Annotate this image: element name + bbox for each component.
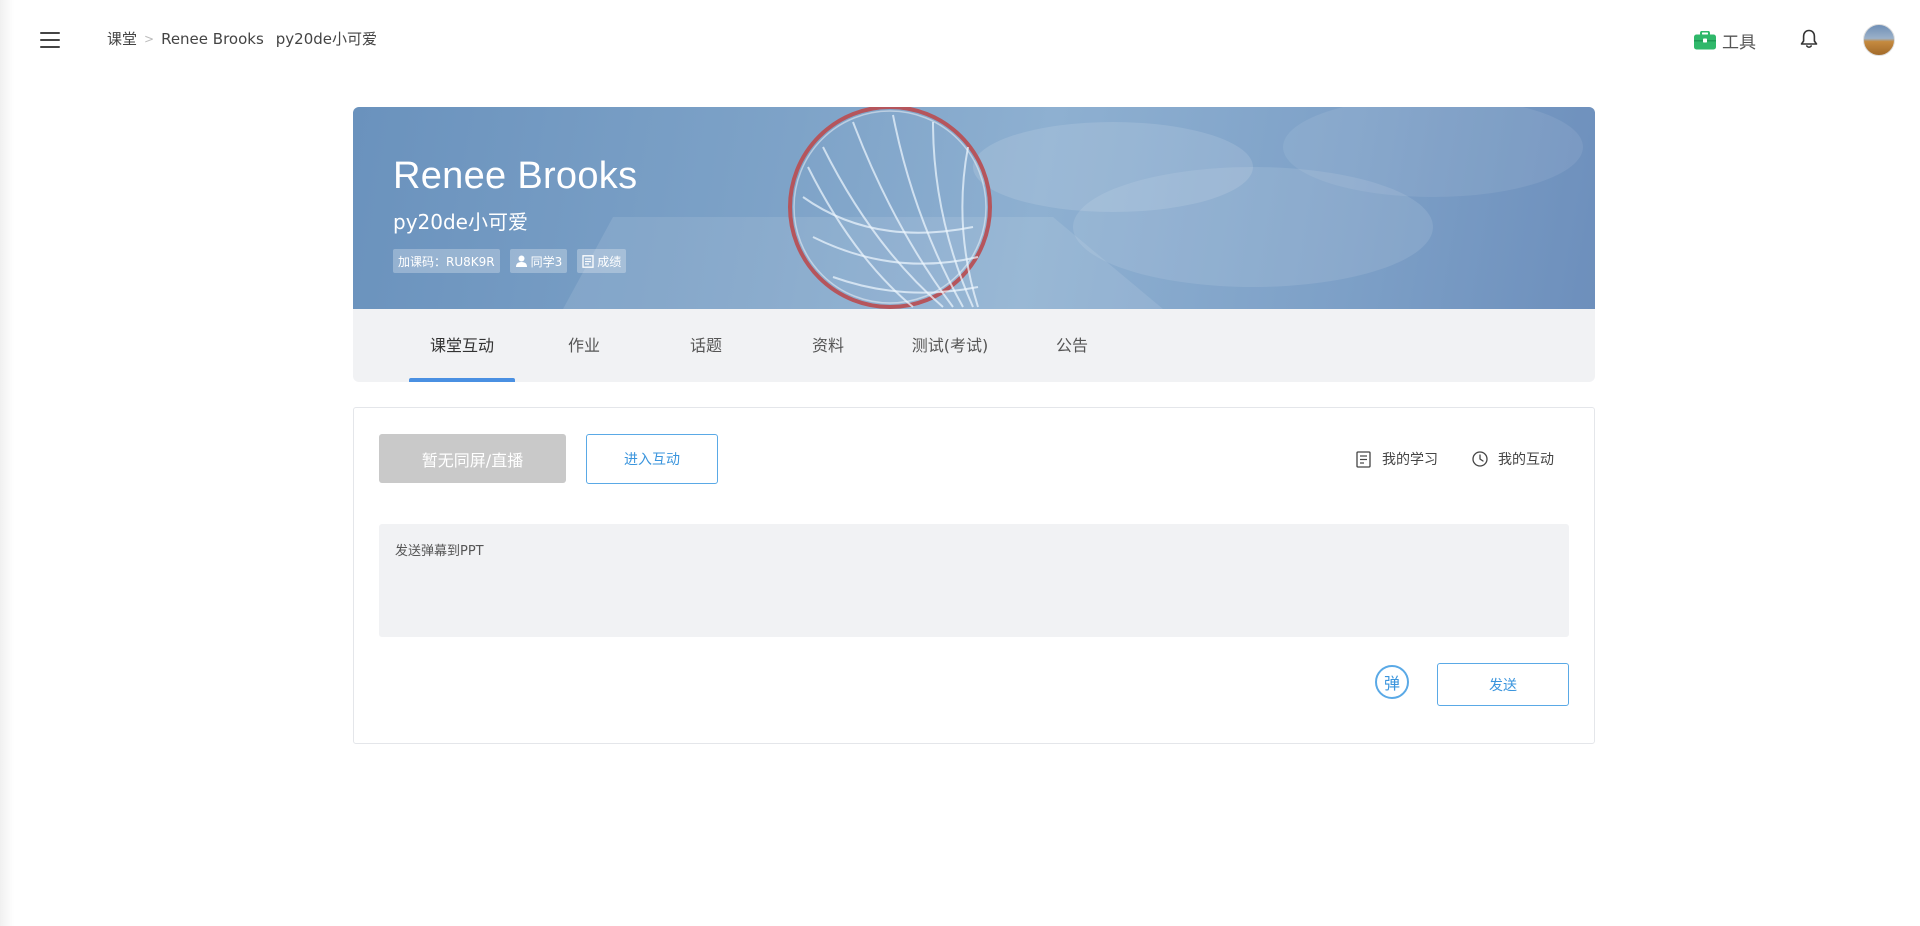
notes-icon: [1356, 450, 1371, 468]
tab-tests[interactable]: 测试(考试): [897, 309, 1003, 382]
classmates-text: 同学3: [530, 254, 563, 269]
breadcrumb: 课堂 > Renee Brooks py20de小可爱: [107, 28, 377, 49]
breadcrumb-root[interactable]: 课堂: [107, 28, 137, 49]
course-title: Renee Brooks: [393, 155, 638, 197]
my-interaction-link[interactable]: 我的互动: [1472, 449, 1554, 469]
banner-illustration: [563, 107, 1583, 309]
live-stream-button: 暂无同屏/直播: [379, 434, 566, 483]
breadcrumb-separator: >: [144, 31, 155, 46]
grades-text: 成绩: [597, 254, 622, 269]
top-bar: 课堂 > Renee Brooks py20de小可爱 工具: [0, 0, 1920, 80]
tab-topics[interactable]: 话题: [653, 309, 759, 382]
tab-announcements[interactable]: 公告: [1019, 309, 1125, 382]
toolbox-icon: [1694, 31, 1716, 50]
document-icon: [582, 254, 594, 268]
my-study-link[interactable]: 我的学习: [1356, 449, 1438, 469]
bell-icon[interactable]: [1800, 29, 1818, 49]
enter-interaction-button[interactable]: 进入互动: [586, 434, 718, 484]
my-interaction-label: 我的互动: [1498, 452, 1554, 468]
course-card: Renee Brooks py20de小可爱 加课码：RU8K9R 同学3 成绩…: [353, 107, 1595, 382]
classmates-chip[interactable]: 同学3: [509, 249, 568, 273]
send-button[interactable]: 发送: [1437, 663, 1569, 706]
course-subtitle: py20de小可爱: [393, 210, 528, 234]
tab-homework[interactable]: 作业: [531, 309, 637, 382]
join-code-text: 加课码：RU8K9R: [398, 254, 495, 269]
breadcrumb-class: py20de小可爱: [275, 30, 378, 48]
course-banner: Renee Brooks py20de小可爱 加课码：RU8K9R 同学3 成绩: [353, 107, 1595, 309]
breadcrumb-course: Renee Brooks: [161, 29, 264, 48]
person-icon: [515, 255, 528, 267]
quick-links: 我的学习 我的互动: [1356, 449, 1554, 469]
interaction-panel: 暂无同屏/直播 进入互动 我的学习 我的互动 弹 发送: [353, 407, 1595, 744]
tab-materials[interactable]: 资料: [775, 309, 881, 382]
tools-button[interactable]: 工具: [1694, 28, 1756, 53]
danmu-input[interactable]: [379, 524, 1569, 637]
my-study-label: 我的学习: [1382, 452, 1438, 468]
course-tabs: 课堂互动 作业 话题 资料 测试(考试) 公告: [353, 309, 1595, 382]
menu-icon[interactable]: [40, 32, 60, 48]
course-chips: 加课码：RU8K9R 同学3 成绩: [393, 249, 627, 273]
join-code-chip[interactable]: 加课码：RU8K9R: [393, 249, 500, 273]
clock-icon: [1472, 451, 1488, 467]
avatar[interactable]: [1863, 24, 1895, 56]
grades-chip[interactable]: 成绩: [577, 249, 627, 273]
tab-interaction[interactable]: 课堂互动: [409, 309, 515, 382]
tools-label: 工具: [1722, 33, 1756, 53]
left-edge-shadow: [0, 0, 14, 926]
danmu-toggle-button[interactable]: 弹: [1375, 665, 1409, 699]
